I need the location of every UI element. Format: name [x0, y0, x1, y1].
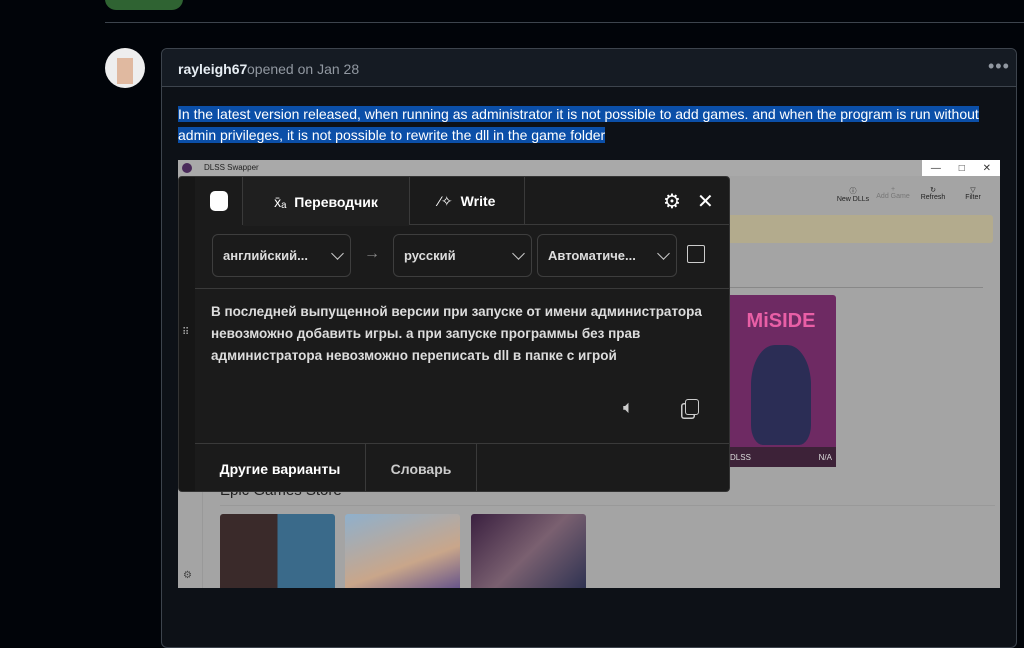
game-card: MiSIDE DLSS N/A [726, 295, 836, 467]
divider [195, 288, 729, 289]
speaker-icon[interactable]: 🔈︎ [623, 397, 634, 418]
translate-icon: x̄ₐ [274, 193, 287, 210]
toolbar-new-dlls: ⓘ New DLLs [833, 186, 873, 203]
game-art [751, 345, 811, 445]
window-controls: — □ ✕ [922, 160, 1000, 176]
warning-banner [723, 215, 993, 243]
translation-output[interactable]: В последней выпущенной версии при запуск… [211, 301, 711, 367]
chevron-down-icon [331, 246, 344, 260]
toolbar-filter: ▽ Filter [953, 186, 993, 203]
author-link[interactable]: rayleigh67 [178, 61, 247, 77]
app-title: DLSS Swapper [204, 163, 259, 172]
translator-footer: Другие варианты Словарь [195, 443, 729, 491]
close-icon[interactable]: ✕ [697, 177, 714, 225]
translator-tabs: x̄ₐ Переводчик ⁄✧ Write ⚙ ✕ [195, 177, 729, 226]
drag-handle-icon[interactable]: ⠿ [182, 327, 189, 338]
chevron-down-icon [512, 246, 525, 260]
game-card [345, 514, 460, 588]
minimize-icon: — [930, 162, 941, 174]
source-language-select[interactable]: английский... [212, 234, 351, 277]
more-options-icon[interactable]: ••• [988, 56, 1010, 77]
game-card [220, 514, 335, 588]
toolbar-refresh: ↻ Refresh [913, 186, 953, 203]
magic-wand-icon: ⁄✧ [438, 192, 453, 209]
selected-text: In the latest version released, when run… [178, 106, 979, 143]
app-logo-icon [182, 163, 192, 173]
tab-translator[interactable]: x̄ₐ Переводчик [243, 177, 409, 226]
comment-body: In the latest version released, when run… [178, 104, 998, 146]
game-title-art: MiSIDE [746, 310, 816, 332]
target-language-select[interactable]: русский [393, 234, 532, 277]
game-card-footer: DLSS N/A [726, 447, 836, 467]
comment-meta: opened on Jan 28 [247, 61, 360, 77]
divider [723, 287, 983, 288]
refresh-icon: ↻ [930, 187, 936, 194]
toolbar-add-game: + Add Game [873, 186, 913, 203]
app-titlebar: DLSS Swapper — □ ✕ [178, 160, 1000, 176]
avatar[interactable] [105, 48, 145, 88]
glossary-icon[interactable] [687, 245, 705, 263]
divider [220, 505, 995, 506]
filter-icon: ▽ [970, 187, 976, 194]
plus-icon: + [890, 186, 896, 193]
app-toolbar: ⓘ New DLLs + Add Game ↻ Refresh ▽ Filter [833, 186, 993, 203]
copy-icon[interactable] [685, 399, 699, 415]
alternatives-button[interactable]: Другие варианты [195, 444, 366, 491]
settings-icon: ⚙ [183, 570, 192, 581]
tab-write[interactable]: ⁄✧ Write [409, 177, 525, 225]
settings-icon[interactable]: ⚙ [663, 177, 681, 225]
deepl-logo-icon [195, 177, 243, 225]
info-icon: ⓘ [849, 188, 857, 195]
arrow-right-icon: → [364, 245, 380, 262]
close-icon: ✕ [982, 162, 992, 174]
divider [105, 22, 1024, 23]
game-card [471, 514, 586, 588]
translator-popup: ⠿ x̄ₐ Переводчик ⁄✧ Write ⚙ ✕ английский..… [178, 176, 730, 492]
maximize-icon: □ [958, 162, 965, 174]
chevron-down-icon [657, 246, 670, 260]
formality-select[interactable]: Автоматиче... [537, 234, 677, 277]
status-pill [105, 0, 183, 10]
dictionary-button[interactable]: Словарь [366, 444, 477, 491]
